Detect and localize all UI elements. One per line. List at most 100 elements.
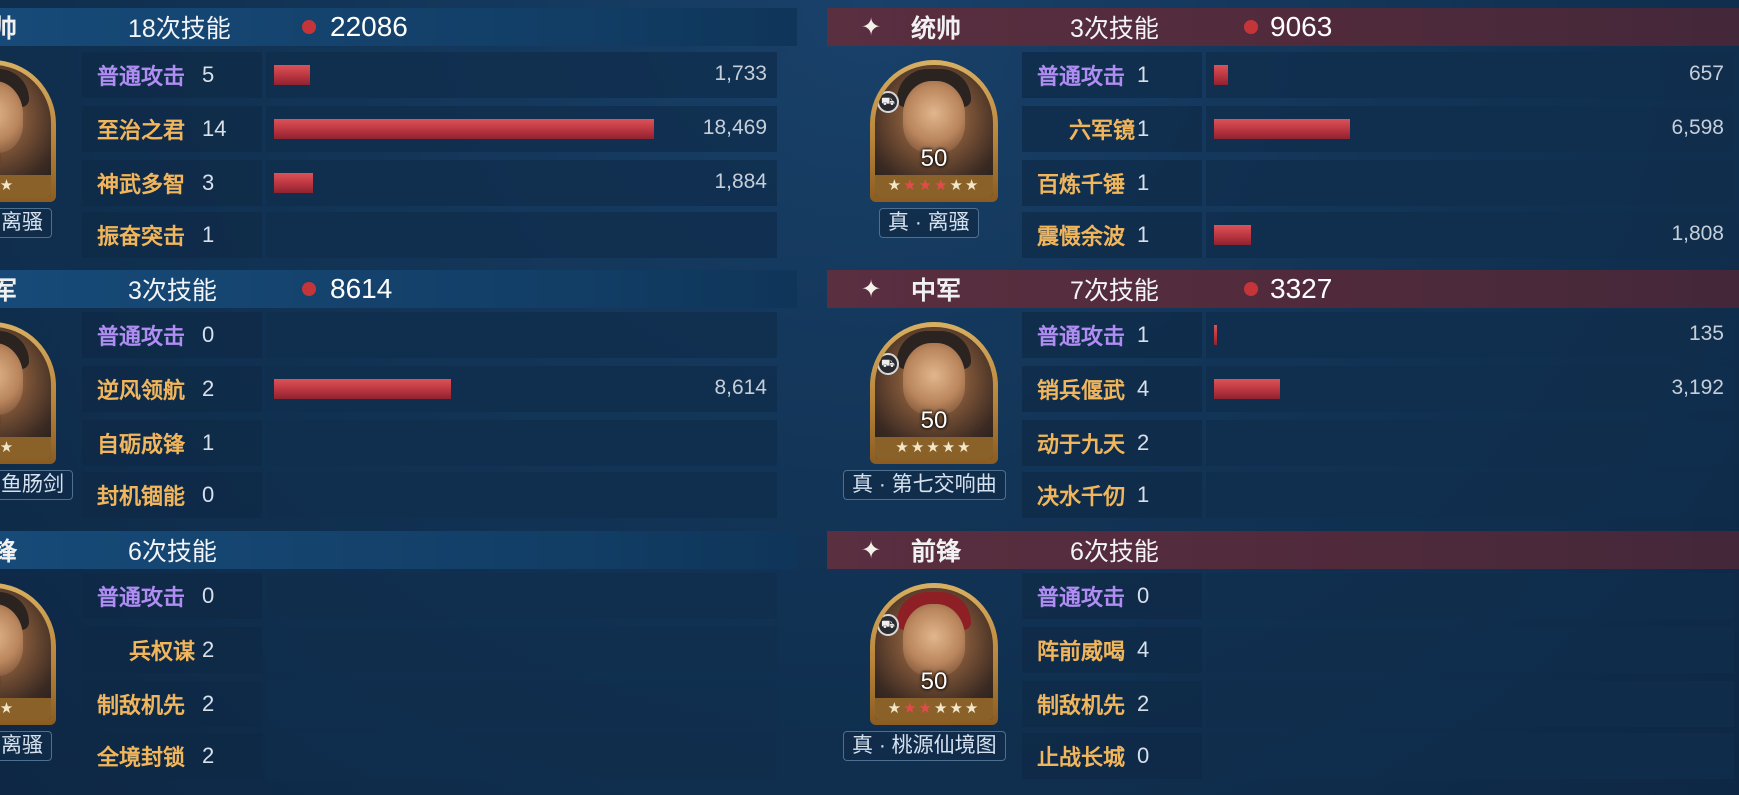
skill-name: 自砺成锋 (97, 432, 186, 457)
hero-portrait[interactable]: ⛟ 50 ★★★★★★ (870, 60, 998, 202)
sparkle-icon: ✦ (860, 13, 882, 41)
skill-level: 1 (1137, 62, 1150, 87)
hero-image: ⛟ 50 ★★★★★ (875, 327, 993, 459)
skill-level: 0 (202, 482, 215, 507)
damage-bar (1214, 225, 1251, 245)
hero-portrait[interactable]: 0 ★★★ (0, 322, 56, 464)
skill-level: 1 (1137, 116, 1150, 141)
skill-row: 决水千仞 1 (1022, 472, 1734, 518)
hero-level: 0 (0, 407, 51, 435)
hero-portrait[interactable]: 0 ★★★ (0, 60, 56, 202)
skill-damage: 3,192 (1671, 376, 1724, 399)
hero-face (903, 343, 965, 415)
damage-bar (1214, 65, 1228, 85)
skill-name: 销兵偃武 (1037, 378, 1126, 403)
skill-level: 2 (1137, 691, 1150, 716)
skill-row: 振奋突击 1 (82, 212, 777, 258)
skill-name: 普通攻击 (97, 324, 186, 349)
skill-name: 普通攻击 (97, 64, 186, 89)
skill-row: 普通攻击 0 (82, 573, 777, 619)
skill-name: 止战长城 (1037, 745, 1126, 770)
hero-image: 0 ★★★ (0, 65, 51, 197)
skill-row: 阵前威喝 4 (1022, 627, 1734, 673)
hero-image: 0 ★★★ (0, 327, 51, 459)
skill-row: 兵权谋 2 (82, 627, 777, 673)
skill-name: 制敌机先 (1037, 693, 1126, 718)
skill-name: 逆风领航 (97, 378, 186, 403)
skill-damage: 1,733 (714, 62, 767, 85)
gear-label[interactable]: 真 · 离骚 (879, 208, 979, 238)
damage-total: 3327 (1270, 273, 1333, 304)
skill-row: 普通攻击 5 1,733 (82, 52, 777, 98)
hero-level: 50 (920, 407, 948, 434)
skill-level: 0 (202, 322, 215, 347)
skill-name: 震慑余波 (1037, 224, 1126, 249)
skill-level: 2 (1137, 430, 1150, 455)
hero-image: 0 ★★★ (0, 588, 51, 720)
role-label: 前锋 (911, 538, 962, 566)
damage-dot-icon (1244, 20, 1258, 34)
skill-count: 3次技能 (1070, 15, 1159, 43)
skill-name: 百炼千锤 (1037, 172, 1126, 197)
skill-name: 六军镜 (1068, 118, 1135, 143)
section-header: ✦ 统帅 3次技能 9063 (827, 8, 1739, 46)
gear-label[interactable]: 真 · 桃源仙境图 (843, 731, 1006, 761)
gear-label[interactable]: 真 · 第七交响曲 (843, 470, 1006, 500)
skill-damage: 1,884 (714, 170, 767, 193)
hero-portrait[interactable]: 0 ★★★ (0, 583, 56, 725)
skill-level: 1 (1137, 482, 1150, 507)
right-section-vanguard: ✦ 前锋 6次技能 ⛟ 50 ★★★★★★ 真 · 桃源仙境图 普通攻击 0 阵前… (827, 523, 1739, 783)
skill-level: 1 (1137, 222, 1150, 247)
section-header: 军 3次技能 8614 (0, 270, 797, 308)
troop-type-icon: ⛟ (877, 91, 899, 113)
skill-count: 18次技能 (128, 15, 231, 43)
skill-count: 6次技能 (1070, 538, 1159, 566)
hero-face (903, 604, 965, 676)
skill-level: 2 (202, 743, 215, 768)
gear-label[interactable]: 离骚 (0, 731, 52, 761)
skill-count: 7次技能 (1070, 277, 1159, 305)
left-section-center: 军 3次技能 8614 0 ★★★ 鱼肠剑 普通攻击0 逆风领航2 8,614 … (0, 262, 797, 522)
skill-name: 普通攻击 (1037, 324, 1126, 349)
hero-portrait[interactable]: ⛟ 50 ★★★★★★ (870, 583, 998, 725)
skill-row: 自砺成锋 1 (82, 420, 777, 466)
hero-level: 50 (920, 668, 948, 695)
skill-damage: 657 (1688, 62, 1724, 85)
skill-level: 1 (1137, 322, 1150, 347)
skill-row: 销兵偃武 4 3,192 (1022, 366, 1734, 412)
skill-name: 动于九天 (1037, 432, 1126, 457)
damage-bar (1214, 119, 1350, 139)
section-header: 锋 6次技能 (0, 531, 797, 569)
skill-damage: 18,469 (702, 116, 767, 139)
role-label: 帅 (0, 15, 18, 43)
hero-stars: ★★★★★★ (875, 175, 993, 197)
skill-count: 3次技能 (128, 277, 217, 305)
skill-name: 神武多智 (97, 172, 186, 197)
hero-level: 0 (0, 668, 51, 696)
damage-bar (274, 379, 451, 399)
skill-name: 决水千仞 (1037, 484, 1126, 509)
skill-damage: 135 (1688, 322, 1724, 345)
skill-level: 1 (202, 222, 215, 247)
gear-label[interactable]: 鱼肠剑 (0, 470, 73, 500)
skill-level: 0 (1137, 743, 1150, 768)
skill-row: 制敌机先 2 (82, 681, 777, 727)
skill-name: 阵前威喝 (1037, 639, 1126, 664)
skill-name: 制敌机先 (97, 693, 186, 718)
hero-face (903, 81, 965, 153)
damage-bar (274, 65, 310, 85)
hero-stars: ★★★★★ (875, 437, 993, 459)
hero-image: ⛟ 50 ★★★★★★ (875, 588, 993, 720)
gear-label[interactable]: 离骚 (0, 208, 52, 238)
skill-level: 0 (1137, 583, 1150, 608)
skill-level: 14 (202, 116, 227, 141)
hero-level: 50 (920, 145, 948, 172)
section-header: ✦ 前锋 6次技能 (827, 531, 1739, 569)
right-section-commander: ✦ 统帅 3次技能 9063 ⛟ 50 ★★★★★★ 真 · 离骚 普通攻击 1 … (827, 0, 1739, 260)
hero-level: 0 (0, 145, 51, 173)
hero-portrait[interactable]: ⛟ 50 ★★★★★ (870, 322, 998, 464)
troop-type-icon: ⛟ (877, 353, 899, 375)
skill-row: 普通攻击 0 (1022, 573, 1734, 619)
sparkle-icon: ✦ (860, 275, 882, 303)
hero-stars: ★★★ (0, 437, 51, 459)
